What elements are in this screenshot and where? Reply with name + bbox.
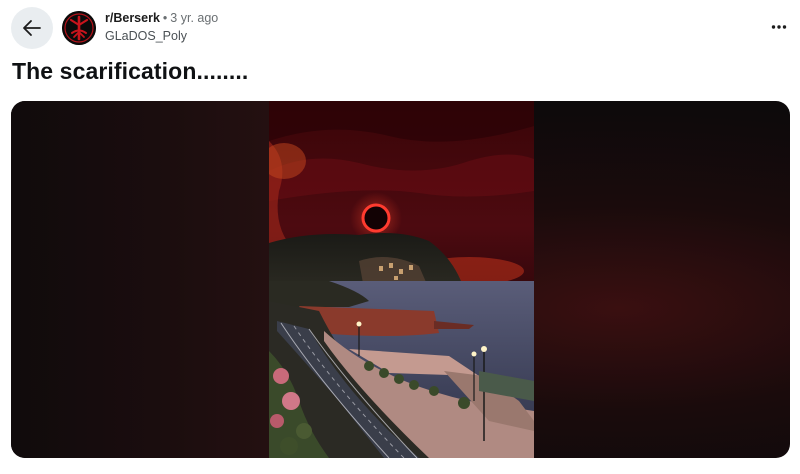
media-blur-backdrop bbox=[11, 101, 269, 458]
eclipse-cityscape-image bbox=[269, 101, 534, 458]
post-meta-top: r/Berserk • 3 yr. ago bbox=[105, 12, 218, 25]
post-meta: r/Berserk • 3 yr. ago GLaDOS_Poly bbox=[105, 12, 218, 42]
post-media[interactable] bbox=[11, 101, 790, 458]
back-button[interactable] bbox=[11, 7, 53, 49]
arrow-left-icon bbox=[23, 20, 41, 36]
post-timestamp: 3 yr. ago bbox=[170, 11, 219, 25]
brand-of-sacrifice-icon bbox=[62, 11, 96, 45]
more-horizontal-icon bbox=[771, 25, 787, 29]
more-options-button[interactable] bbox=[764, 12, 794, 42]
meta-separator: • bbox=[162, 11, 168, 25]
subreddit-link[interactable]: r/Berserk bbox=[105, 12, 160, 25]
subreddit-avatar[interactable] bbox=[62, 11, 96, 45]
post-image[interactable] bbox=[269, 101, 534, 458]
post-header: r/Berserk • 3 yr. ago GLaDOS_Poly bbox=[0, 0, 800, 56]
author-link[interactable]: GLaDOS_Poly bbox=[105, 29, 218, 43]
post-title: The scarification........ bbox=[12, 58, 249, 84]
